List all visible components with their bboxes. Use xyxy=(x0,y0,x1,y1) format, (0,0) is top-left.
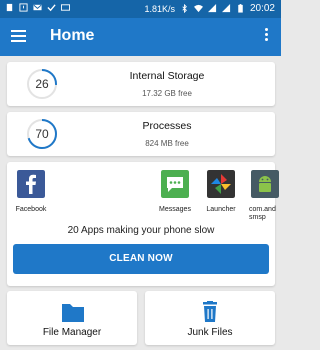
sim-icon xyxy=(6,3,13,12)
network-speed: 1.81K/s xyxy=(144,3,175,14)
system-indicators: 1.81K/s 20:02 xyxy=(144,3,275,14)
check-icon xyxy=(47,4,56,12)
junk-files-label: Junk Files xyxy=(187,327,233,338)
internal-storage-card[interactable]: 26 Internal Storage 17.32 GB free xyxy=(7,62,275,106)
app-item-facebook[interactable]: Facebook xyxy=(11,170,51,214)
slow-apps-summary: 20 Apps making your phone slow xyxy=(67,225,215,236)
slow-apps-card: Facebook Messages Launcher com.and smsp … xyxy=(7,162,279,286)
android-icon xyxy=(251,170,279,198)
processes-free: 824 MB free xyxy=(145,139,189,148)
launcher-icon xyxy=(207,170,235,198)
page-title: Home xyxy=(50,27,95,44)
storage-percent: 26 xyxy=(35,77,49,91)
more-options-icon[interactable] xyxy=(265,28,269,44)
gmail-icon xyxy=(33,4,42,11)
file-manager-card[interactable]: File Manager xyxy=(7,291,137,345)
battery-icon xyxy=(238,4,243,13)
clean-now-button[interactable]: CLEAN NOW xyxy=(13,244,269,274)
app-item-messages[interactable]: Messages xyxy=(155,170,195,214)
alert-icon xyxy=(19,3,28,12)
app-item-sms[interactable]: com.and smsp xyxy=(249,170,281,222)
status-time: 20:02 xyxy=(249,3,275,14)
app-bar: Home xyxy=(0,18,281,56)
junk-files-card[interactable]: Junk Files xyxy=(145,291,275,345)
status-bar: 1.81K/s 20:02 xyxy=(0,0,281,18)
storage-free: 17.32 GB free xyxy=(142,89,192,98)
processes-title: Processes xyxy=(142,120,192,132)
mail-icon xyxy=(61,4,70,11)
processes-card[interactable]: 70 Processes 824 MB free xyxy=(7,112,275,156)
app-label: Messages xyxy=(159,206,191,213)
storage-title: Internal Storage xyxy=(129,70,205,82)
processes-gauge: 70 xyxy=(26,118,58,150)
file-manager-label: File Manager xyxy=(42,327,102,338)
signal-icon xyxy=(207,4,217,13)
app-item-launcher[interactable]: Launcher xyxy=(201,170,241,214)
processes-percent: 70 xyxy=(35,127,49,141)
bluetooth-icon xyxy=(182,4,187,13)
messages-icon xyxy=(161,170,189,198)
signal-2-icon xyxy=(221,4,231,13)
facebook-icon xyxy=(17,170,45,198)
wifi-icon xyxy=(193,4,203,13)
menu-icon[interactable] xyxy=(11,30,26,42)
app-label: Launcher xyxy=(206,206,236,213)
app-label: com.and smsp xyxy=(249,206,276,221)
trash-icon xyxy=(203,301,217,322)
folder-icon xyxy=(62,304,84,322)
notification-icons xyxy=(5,3,70,12)
app-label: Facebook xyxy=(15,206,47,213)
storage-gauge: 26 xyxy=(26,68,58,100)
